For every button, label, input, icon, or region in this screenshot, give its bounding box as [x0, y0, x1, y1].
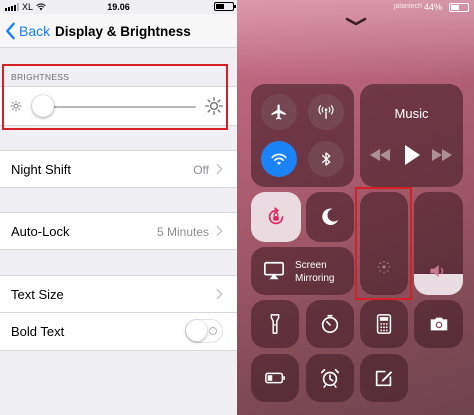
page-title: Display & Brightness	[55, 24, 191, 39]
flashlight-button[interactable]	[251, 300, 299, 348]
night-shift-row[interactable]: Night Shift Off	[0, 150, 237, 188]
play-icon	[405, 145, 420, 165]
bluetooth-icon	[321, 152, 331, 166]
chevron-left-icon	[6, 22, 15, 40]
music-title: Music	[394, 106, 429, 121]
bold-text-label: Bold Text	[11, 324, 65, 339]
text-size-row[interactable]: Text Size	[0, 275, 237, 313]
connectivity-module	[251, 84, 354, 187]
auto-lock-value: 5 Minutes	[156, 225, 209, 239]
low-power-mode-button[interactable]	[251, 354, 299, 402]
volume-slider[interactable]	[414, 192, 463, 295]
chevron-down-icon[interactable]	[345, 17, 367, 26]
airplane-icon	[271, 104, 286, 120]
watermark: jalantech	[393, 3, 422, 10]
rotation-lock-button[interactable]	[251, 192, 301, 242]
flashlight-icon	[270, 314, 280, 334]
auto-lock-row[interactable]: Auto-Lock 5 Minutes	[0, 212, 237, 250]
fast-forward-icon	[432, 149, 452, 161]
screen-mirroring-icon	[264, 261, 284, 280]
control-center-status-bar: jalantech 44%	[237, 0, 474, 14]
wifi-icon	[271, 153, 287, 165]
calculator-icon	[376, 314, 392, 334]
camera-button[interactable]	[414, 300, 463, 348]
speaker-icon	[430, 265, 444, 277]
chevron-right-icon	[216, 288, 223, 300]
toggle-knob	[186, 320, 207, 341]
rotation-lock-icon	[268, 207, 284, 225]
bold-text-row: Bold Text	[0, 313, 237, 351]
timer-button[interactable]	[306, 300, 354, 348]
do-not-disturb-moon-icon	[322, 208, 339, 225]
night-shift-value: Off	[193, 163, 209, 177]
notes-button[interactable]	[360, 354, 408, 402]
auto-lock-label: Auto-Lock	[11, 224, 70, 239]
battery-percent: 44%	[423, 2, 442, 12]
previous-track-button[interactable]	[370, 144, 390, 166]
toggle-off-indicator-icon	[209, 327, 217, 335]
back-label: Back	[19, 23, 51, 39]
cellular-antenna-icon	[318, 104, 334, 119]
next-track-button[interactable]	[432, 144, 452, 166]
do-not-disturb-button[interactable]	[306, 192, 354, 242]
alarm-clock-icon	[320, 368, 340, 388]
wifi-button[interactable]	[261, 141, 297, 177]
bold-text-toggle[interactable]	[185, 319, 223, 343]
control-center: jalantech 44% Music Screen Mirroring	[237, 0, 474, 415]
chevron-right-icon	[216, 163, 223, 175]
screen-mirroring-label: Screen Mirroring	[295, 260, 335, 284]
rewind-icon	[370, 149, 390, 161]
screen-mirroring-button[interactable]: Screen Mirroring	[251, 247, 354, 295]
camera-icon	[430, 317, 447, 331]
settings-screen: XL 19.06 Back Display & Brightness BRIGH…	[0, 0, 237, 415]
text-size-label: Text Size	[11, 287, 64, 302]
navigation-bar: Back Display & Brightness	[0, 14, 237, 48]
bluetooth-button[interactable]	[308, 141, 344, 177]
brightness-highlight-box	[2, 64, 228, 130]
night-shift-label: Night Shift	[11, 162, 71, 177]
status-bar: XL 19.06	[0, 0, 237, 14]
chevron-right-icon	[216, 225, 223, 237]
battery-icon	[449, 3, 469, 12]
timer-icon	[321, 314, 339, 334]
battery-group	[214, 2, 236, 11]
status-time: 19.06	[107, 2, 130, 12]
low-power-battery-icon	[265, 372, 285, 384]
airplane-mode-button[interactable]	[261, 94, 297, 130]
notes-compose-icon	[375, 370, 393, 387]
back-button[interactable]: Back	[4, 22, 50, 40]
calculator-button[interactable]	[360, 300, 408, 348]
alarm-button[interactable]	[306, 354, 354, 402]
cellular-data-button[interactable]	[308, 94, 344, 130]
battery-icon	[214, 2, 236, 11]
music-module[interactable]: Music	[360, 84, 463, 187]
brightness-slider-highlight-box	[355, 187, 412, 300]
play-button[interactable]	[400, 144, 424, 166]
